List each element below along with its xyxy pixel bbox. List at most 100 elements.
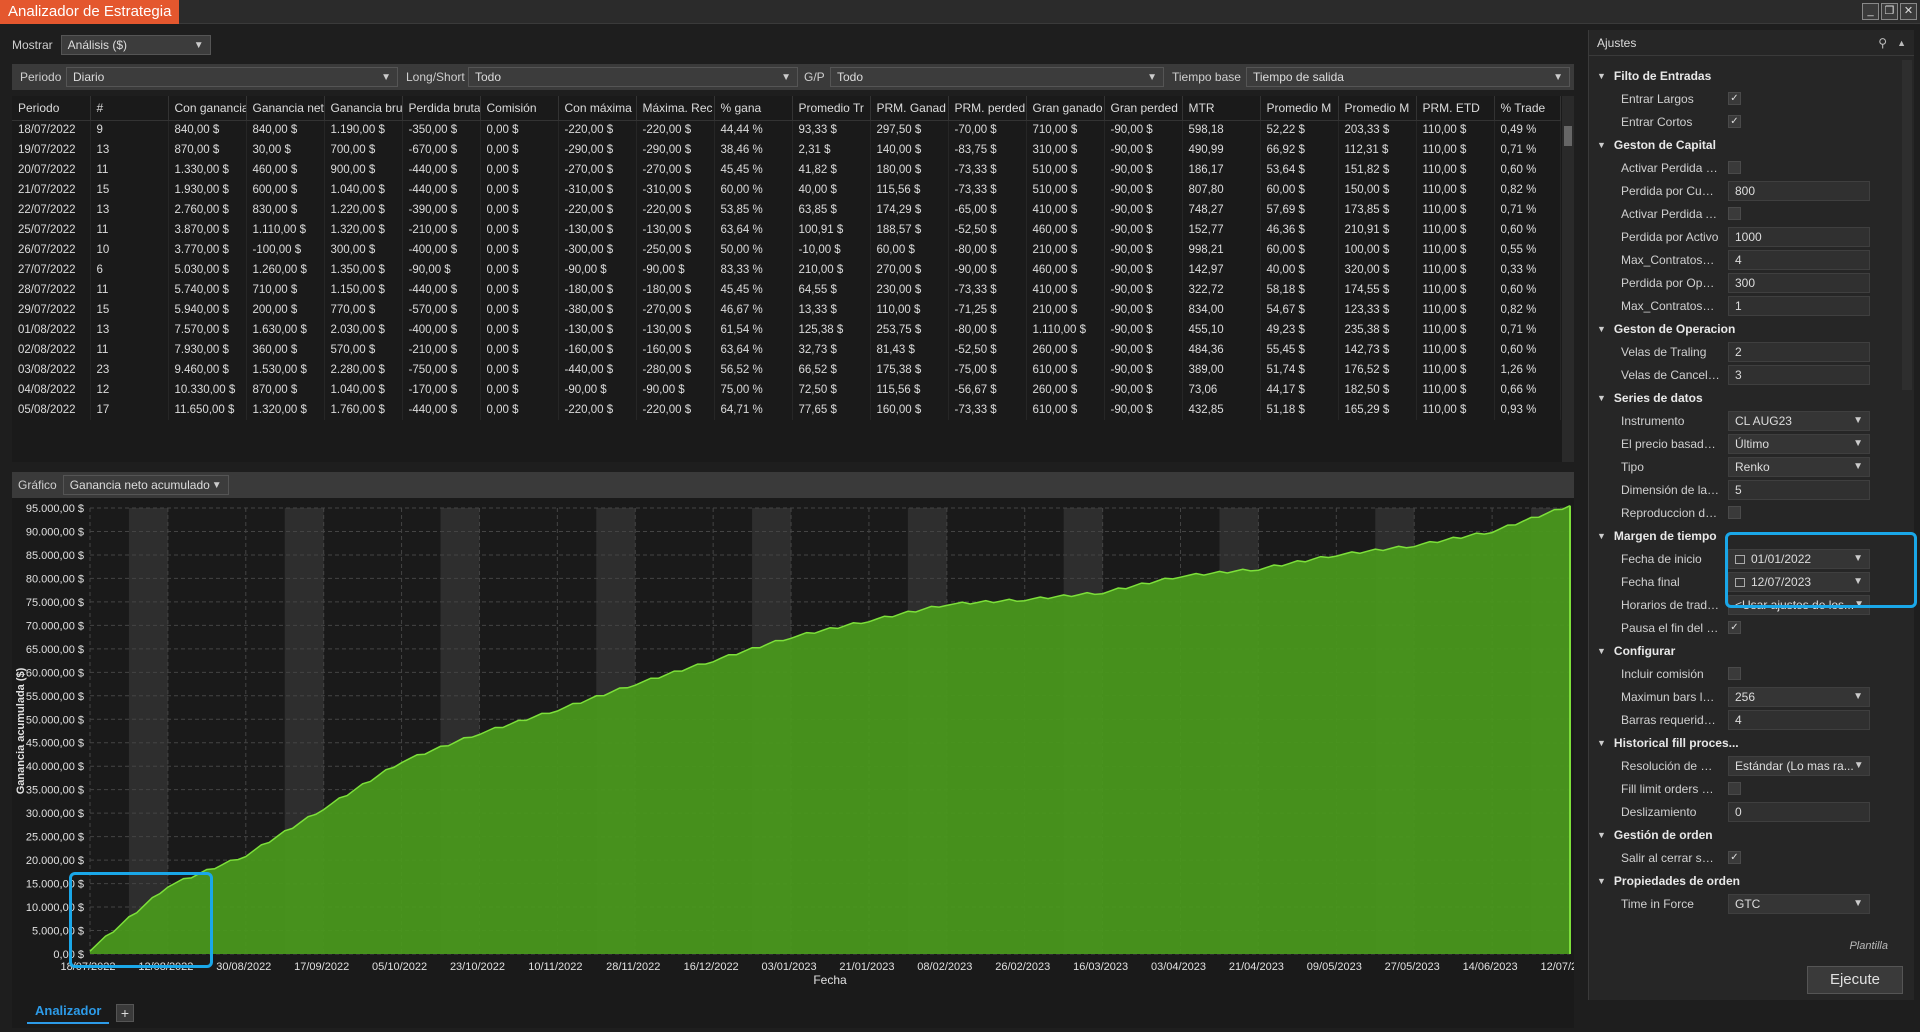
scroll-up-icon[interactable]: ▲ — [1897, 38, 1906, 48]
table-row[interactable]: 29/07/2022 15 5.940,00 $200,00 $770,00 $ -5… — [12, 300, 1561, 320]
mostrar-select[interactable]: Análisis ($) ▼ — [60, 35, 211, 55]
property-input[interactable]: 800 — [1728, 180, 1870, 201]
collapse-icon[interactable]: ▼ — [1597, 830, 1606, 840]
column-header[interactable]: Gran ganado — [1026, 96, 1105, 121]
column-header[interactable]: Máxima. Rec — [636, 96, 715, 121]
table-row[interactable]: 05/08/2022 17 11.650,00 $1.320,00 $1.760,0… — [12, 400, 1561, 420]
table-row[interactable]: 04/08/2022 12 10.330,00 $870,00 $1.040,00 … — [12, 380, 1561, 400]
column-header[interactable]: PRM. perded — [948, 96, 1027, 121]
scrollbar-thumb[interactable] — [1564, 126, 1572, 146]
column-header[interactable]: Gran perded — [1104, 96, 1183, 121]
table-row[interactable]: 02/08/2022 11 7.930,00 $360,00 $570,00 $ -2… — [12, 340, 1561, 360]
gp-select[interactable]: Todo ▼ — [830, 67, 1164, 87]
tab-analizador[interactable]: Analizador — [27, 1000, 110, 1024]
column-header[interactable]: Periodo — [12, 96, 91, 121]
property-checkbox[interactable] — [1728, 506, 1741, 519]
property-category[interactable]: ▼ Propiedades de orden — [1589, 869, 1899, 892]
property-input[interactable]: 4 — [1728, 709, 1870, 730]
property-checkbox[interactable]: ✓ — [1728, 621, 1741, 634]
property-input[interactable]: 3 — [1728, 364, 1870, 385]
grid-scrollbar[interactable] — [1562, 96, 1574, 462]
settings-scrollbar[interactable] — [1902, 60, 1912, 390]
property-select[interactable]: Renko ▼ — [1728, 456, 1870, 477]
column-header[interactable]: Comisión — [480, 96, 559, 121]
property-input[interactable]: 2 — [1728, 341, 1870, 362]
column-header[interactable]: PRM. Ganad — [870, 96, 949, 121]
property-category[interactable]: ▼ Gestión de orden — [1589, 823, 1899, 846]
property-checkbox[interactable] — [1728, 161, 1741, 174]
property-checkbox[interactable] — [1728, 207, 1741, 220]
property-checkbox[interactable]: ✓ — [1728, 115, 1741, 128]
longshort-select[interactable]: Todo ▼ — [468, 67, 798, 87]
table-row[interactable]: 19/07/2022 13 870,00 $30,00 $700,00 $ -670,… — [12, 140, 1561, 160]
property-input[interactable]: 1000 — [1728, 226, 1870, 247]
minimize-icon[interactable]: _ — [1862, 3, 1879, 20]
property-checkbox[interactable] — [1728, 782, 1741, 795]
collapse-icon[interactable]: ▼ — [1597, 738, 1606, 748]
table-cell: 490,99 — [1182, 140, 1261, 160]
table-row[interactable]: 27/07/2022 6 5.030,00 $1.260,00 $1.350,00 … — [12, 260, 1561, 280]
column-header[interactable]: Promedio M — [1338, 96, 1417, 121]
property-checkbox[interactable]: ✓ — [1728, 92, 1741, 105]
restore-icon[interactable]: ❐ — [1881, 3, 1898, 20]
property-category[interactable]: ▼ Series de datos — [1589, 386, 1899, 409]
column-header[interactable]: Promedio Tr — [792, 96, 871, 121]
chevron-down-icon: ▼ — [1853, 461, 1863, 472]
column-header[interactable]: Con máxima — [558, 96, 637, 121]
property-input[interactable]: 300 — [1728, 272, 1870, 293]
property-select[interactable]: Estándar (Lo mas ra... ▼ — [1728, 755, 1870, 776]
pin-icon[interactable]: ⚲ — [1878, 36, 1887, 50]
property-select[interactable]: 256 ▼ — [1728, 686, 1870, 707]
table-row[interactable]: 20/07/2022 11 1.330,00 $460,00 $900,00 $ -4… — [12, 160, 1561, 180]
property-category[interactable]: ▼ Geston de Capital — [1589, 133, 1899, 156]
table-row[interactable]: 01/08/2022 13 7.570,00 $1.630,00 $2.030,00… — [12, 320, 1561, 340]
close-icon[interactable]: ✕ — [1900, 3, 1917, 20]
property-select[interactable]: Último ▼ — [1728, 433, 1870, 454]
column-header[interactable]: # — [90, 96, 169, 121]
property-input[interactable]: 0 — [1728, 801, 1870, 822]
collapse-icon[interactable]: ▼ — [1597, 71, 1606, 81]
column-header[interactable]: MTR — [1182, 96, 1261, 121]
table-row[interactable]: 22/07/2022 13 2.760,00 $830,00 $1.220,00 $… — [12, 200, 1561, 220]
property-input[interactable]: 5 — [1728, 479, 1870, 500]
table-row[interactable]: 26/07/2022 10 3.770,00 $ -100,00 $300,00 $ -… — [12, 240, 1561, 260]
table-cell: -90,00 $ — [1104, 340, 1183, 360]
column-header[interactable]: Perdida bruta — [402, 96, 481, 121]
table-row[interactable]: 18/07/2022 9 840,00 $840,00 $1.190,00 $ -35… — [12, 120, 1561, 140]
table-cell: 12 — [90, 380, 169, 400]
column-header[interactable]: PRM. ETD — [1416, 96, 1495, 121]
property-category[interactable]: ▼ Geston de Operacion — [1589, 317, 1899, 340]
collapse-icon[interactable]: ▼ — [1597, 531, 1606, 541]
column-header[interactable]: Con ganancia — [168, 96, 247, 121]
property-input[interactable]: 4 — [1728, 249, 1870, 270]
column-header[interactable]: % Trade — [1494, 96, 1561, 121]
collapse-icon[interactable]: ▼ — [1597, 393, 1606, 403]
property-category[interactable]: ▼ Configurar — [1589, 639, 1899, 662]
collapse-icon[interactable]: ▼ — [1597, 646, 1606, 656]
property-checkbox[interactable]: ✓ — [1728, 851, 1741, 864]
property-select[interactable]: CL AUG23 ▼ — [1728, 410, 1870, 431]
plantilla-link[interactable]: Plantilla — [1849, 940, 1888, 952]
table-cell: -400,00 $ — [402, 240, 481, 260]
column-header[interactable]: % gana — [714, 96, 793, 121]
column-header[interactable]: Ganancia neta — [246, 96, 325, 121]
property-input[interactable]: 1 — [1728, 295, 1870, 316]
tiempo-base-select[interactable]: Tiempo de salida ▼ — [1246, 67, 1570, 87]
property-checkbox[interactable] — [1728, 667, 1741, 680]
property-select[interactable]: GTC ▼ — [1728, 893, 1870, 914]
add-tab-button[interactable]: + — [116, 1004, 134, 1022]
column-header[interactable]: Ganancia bruta — [324, 96, 403, 121]
property-category[interactable]: ▼ Filto de Entradas — [1589, 64, 1899, 87]
collapse-icon[interactable]: ▼ — [1597, 140, 1606, 150]
grafico-select[interactable]: Ganancia neto acumulado ▼ — [62, 475, 229, 495]
table-row[interactable]: 21/07/2022 15 1.930,00 $600,00 $1.040,00 $… — [12, 180, 1561, 200]
column-header[interactable]: Promedio M — [1260, 96, 1339, 121]
collapse-icon[interactable]: ▼ — [1597, 324, 1606, 334]
property-category[interactable]: ▼ Historical fill proces... — [1589, 731, 1899, 754]
table-row[interactable]: 03/08/2022 23 9.460,00 $1.530,00 $2.280,00… — [12, 360, 1561, 380]
periodo-select[interactable]: Diario ▼ — [66, 67, 398, 87]
collapse-icon[interactable]: ▼ — [1597, 876, 1606, 886]
run-button[interactable]: Ejecute — [1807, 966, 1903, 994]
table-row[interactable]: 28/07/2022 11 5.740,00 $710,00 $1.150,00 $… — [12, 280, 1561, 300]
table-row[interactable]: 25/07/2022 11 3.870,00 $1.110,00 $1.320,00… — [12, 220, 1561, 240]
